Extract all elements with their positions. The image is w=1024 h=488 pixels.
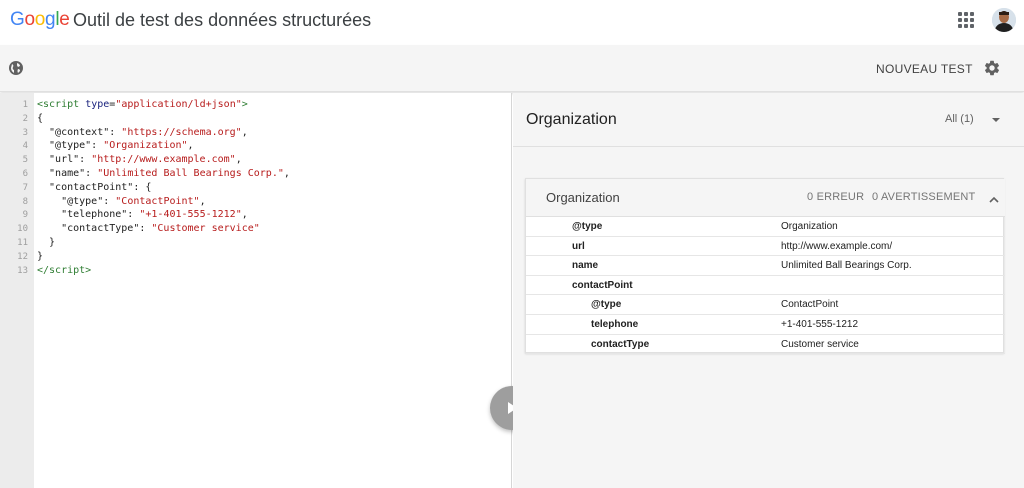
result-card-header[interactable]: Organization 0 ERREUR 0 AVERTISSEMENT [526,179,1005,217]
toolbar: NOUVEAU TEST [0,45,1024,92]
property-key: name [572,260,599,272]
line-number: 10 [17,224,28,235]
filter-value: All (1) [945,113,974,125]
line-number: 5 [22,155,28,166]
code-text: "telephone": "+1-401-555-1212", [37,209,248,221]
line-number: 13 [17,265,28,276]
gear-icon[interactable] [983,59,1001,77]
property-row: contactPoint [526,276,1005,296]
filter-select[interactable]: All (1) [945,111,1023,131]
logo-letter: o [34,9,46,30]
line-number: 1 [22,100,28,110]
code-text: } [37,237,56,248]
property-value: ContactPoint [781,299,839,311]
code-text: "contactType": "Customer service" [37,223,260,235]
globe-icon[interactable] [8,60,24,76]
code-editor[interactable]: 1 <script type="application/ld+json"> 2{3 … [0,93,512,488]
results-title: Organization [526,111,617,128]
property-row: @type Organization [526,217,1005,237]
chevron-up-icon[interactable] [988,192,1000,203]
code-text: "url": "http://www.example.com", [37,154,242,166]
line-number: 7 [22,182,28,193]
logo-letter: g [45,9,56,30]
line-number: 3 [22,127,28,138]
property-row: @type ContactPoint [526,295,1005,315]
property-value: +1-401-555-1212 [781,319,859,330]
property-value: http://www.example.com/ [781,240,893,252]
error-count: 0 ERREUR [807,191,865,203]
code-text: <script type="application/ld+json"> [37,99,248,110]
apps-grid-icon[interactable] [958,12,974,28]
property-row: name Unlimited Ball Bearings Corp. [526,256,1005,276]
code-text: { [37,112,44,124]
avatar[interactable] [992,8,1016,32]
card-title: Organization [546,190,620,205]
code-text: </script> [37,264,92,276]
property-key: url [572,240,585,252]
google-logo[interactable]: Google [10,9,70,31]
results-header: Organization All (1) [513,93,1024,147]
line-number: 11 [17,238,28,248]
logo-letter: G [10,9,25,30]
results-panel: Organization All (1) Organization 0 ERRE… [513,93,1024,488]
property-key: contactPoint [572,279,633,291]
property-value: Customer service [781,338,859,350]
property-value: Organization [781,221,838,232]
line-number: 2 [22,113,28,124]
result-card: Organization 0 ERREUR 0 AVERTISSEMENT @t… [525,178,1005,355]
property-row: telephone +1-401-555-1212 [526,315,1005,335]
warning-count: 0 AVERTISSEMENT [872,191,976,203]
logo-letter: e [59,9,70,30]
property-row: url http://www.example.com/ [526,237,1005,257]
property-key: @type [591,299,622,311]
code-text: } [37,250,44,262]
code-text: "@type": "ContactPoint", [37,195,206,207]
property-row: contactType Customer service [526,335,1005,355]
new-test-button[interactable]: NOUVEAU TEST [866,60,983,78]
code-text: "@context": "https://schema.org", [37,126,248,138]
code-text: "name": "Unlimited Ball Bearings Corp.", [37,168,290,179]
code-text: "@type": "Organization", [37,140,194,152]
line-number: 6 [22,169,28,179]
property-key: @type [572,221,603,232]
property-key: telephone [591,319,639,330]
property-key: contactType [591,338,650,350]
line-number: 12 [17,251,28,262]
line-number: 9 [22,210,28,221]
logo-letter: o [24,9,35,30]
code-text: "contactPoint": { [37,181,152,193]
line-number: 4 [22,141,28,152]
app-header: Google Outil de test des données structu… [0,0,1024,44]
caret-down-icon [992,118,1000,122]
line-number: 8 [22,196,28,207]
app-title: Outil de test des données structurées [73,10,372,30]
property-value: Unlimited Ball Bearings Corp. [781,260,912,272]
